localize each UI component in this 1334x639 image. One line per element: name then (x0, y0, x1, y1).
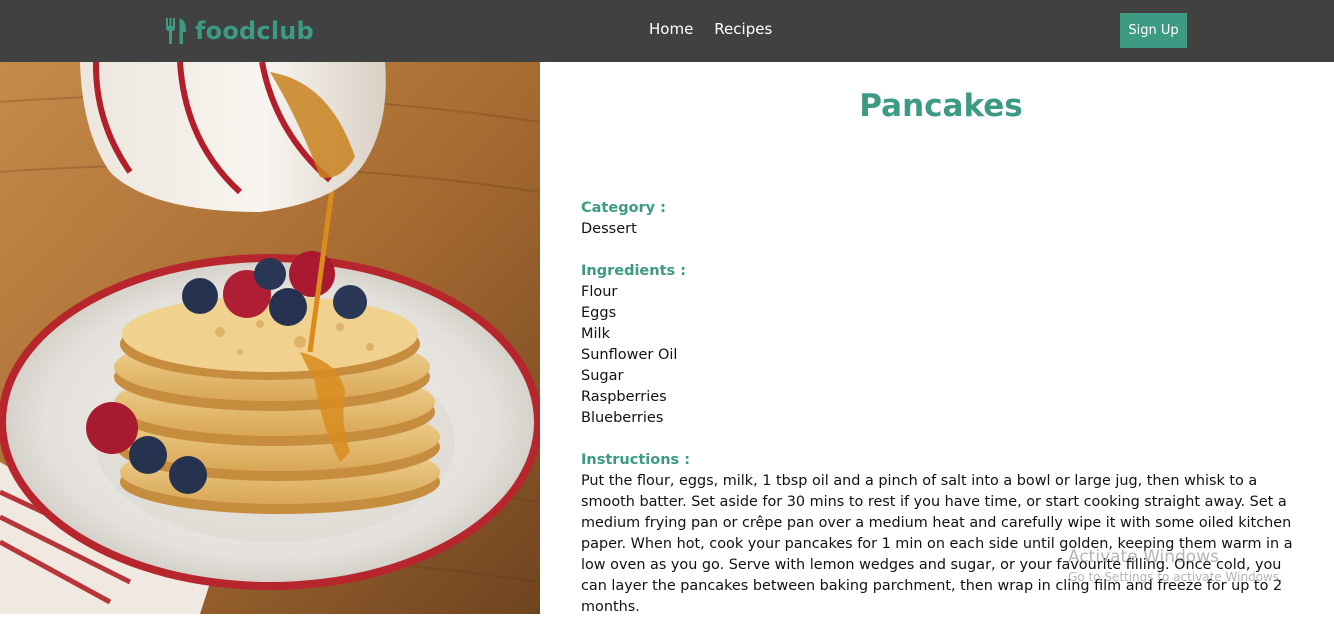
category-value: Dessert (581, 221, 637, 237)
ingredients-section: Ingredients : Flour Eggs Milk Sunflower … (581, 261, 1305, 429)
ingredient-item: Sugar (581, 368, 624, 384)
instructions-section: Instructions : Put the flour, eggs, milk… (581, 450, 1305, 618)
ingredients-list: Flour Eggs Milk Sunflower Oil Sugar Rasp… (581, 282, 1305, 429)
category-label: Category : (581, 200, 666, 216)
ingredient-item: Sunflower Oil (581, 347, 678, 363)
brand-logo[interactable]: foodclub (165, 16, 314, 46)
recipe-title: Pancakes (859, 88, 1023, 124)
ingredients-label: Ingredients : (581, 263, 686, 279)
instructions-label: Instructions : (581, 452, 691, 468)
recipe-details: Category : Dessert Ingredients : Flour E… (581, 198, 1305, 639)
nav-link-recipes[interactable]: Recipes (714, 20, 772, 38)
recipe-content: Pancakes Category : Dessert Ingredients … (540, 62, 1334, 615)
instructions-text: Put the flour, eggs, milk, 1 tbsp oil an… (581, 473, 1293, 615)
ingredient-item: Milk (581, 326, 610, 342)
ingredient-item: Raspberries (581, 389, 667, 405)
recipe-image (0, 62, 540, 614)
category-section: Category : Dessert (581, 198, 1305, 240)
ingredient-item: Blueberries (581, 410, 664, 426)
signup-button[interactable]: Sign Up (1120, 13, 1187, 48)
ingredient-item: Flour (581, 284, 618, 300)
brand-name: foodclub (195, 17, 314, 45)
fork-knife-icon (166, 18, 186, 44)
nav-link-home[interactable]: Home (649, 20, 693, 38)
ingredient-item: Eggs (581, 305, 617, 321)
nav-links: Home Recipes (649, 20, 772, 38)
navbar: foodclub Home Recipes Sign Up (0, 0, 1334, 62)
